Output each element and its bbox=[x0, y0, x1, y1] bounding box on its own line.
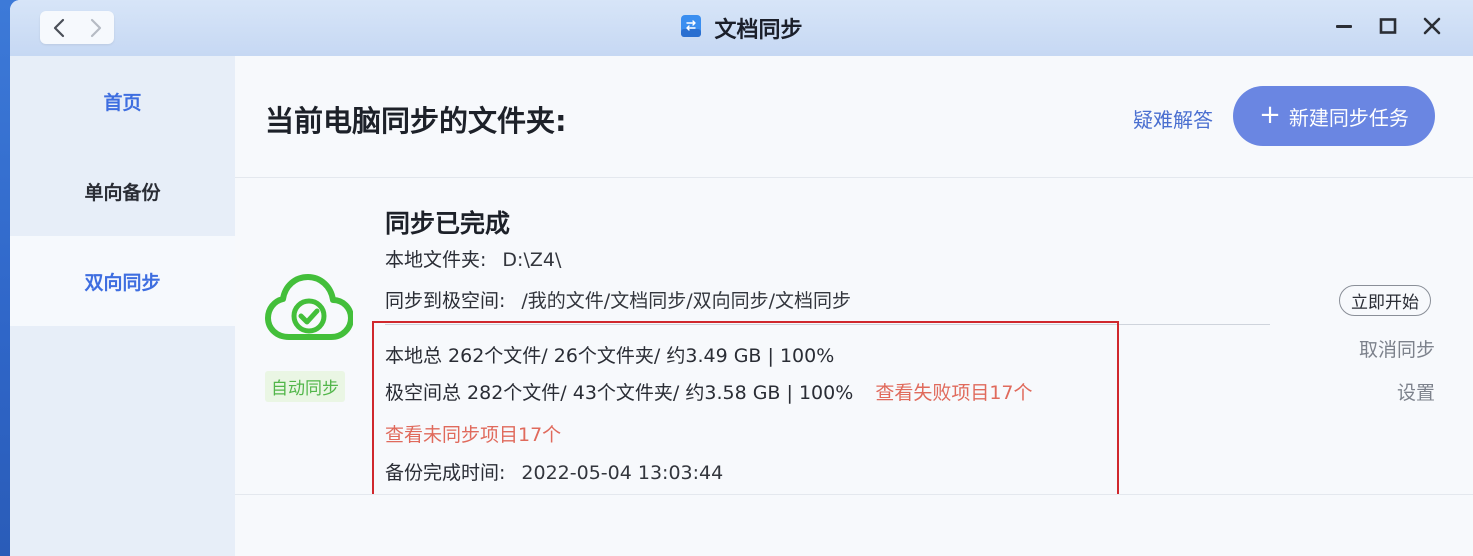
sidebar-item-home[interactable]: 首页 bbox=[10, 56, 235, 146]
back-button[interactable] bbox=[40, 11, 77, 44]
empty-area bbox=[235, 495, 1473, 556]
remote-folder-row: 同步到极空间: /我的文件/文档同步/双向同步/文档同步 bbox=[385, 286, 851, 313]
maximize-icon bbox=[1379, 17, 1397, 39]
minimize-button[interactable] bbox=[1333, 14, 1355, 42]
new-sync-task-label: 新建同步任务 bbox=[1288, 105, 1409, 130]
sidebar-item-label: 双向同步 bbox=[84, 271, 161, 294]
remote-folder-label: 同步到极空间: bbox=[385, 290, 506, 312]
sync-task-card: 自动同步 同步已完成 本地文件夹: D:\Z4\ 同步到极空间: /我的文件/文档同… bbox=[235, 178, 1473, 498]
window-title-group: 文档同步 bbox=[10, 0, 1473, 56]
close-button[interactable] bbox=[1421, 14, 1443, 42]
plus-icon: + bbox=[1259, 100, 1281, 130]
cancel-sync-link[interactable]: 取消同步 bbox=[1359, 335, 1435, 362]
start-now-button[interactable]: 立即开始 bbox=[1339, 285, 1431, 316]
local-folder-path: D:\Z4\ bbox=[502, 249, 562, 271]
document-sync-app-icon bbox=[680, 14, 702, 42]
cloud-check-icon bbox=[265, 273, 354, 347]
app-window: 文档同步 首页 单向备份 双向同步 当前电脑同步的文件夹: 疑难解答 + 新建同… bbox=[10, 0, 1473, 556]
title-bar: 文档同步 bbox=[10, 0, 1473, 56]
sidebar-item-two-way-sync[interactable]: 双向同步 bbox=[10, 236, 235, 326]
close-icon bbox=[1423, 17, 1441, 39]
local-folder-label: 本地文件夹: bbox=[385, 249, 487, 271]
sidebar-item-label: 单向备份 bbox=[84, 181, 161, 204]
page-title: 当前电脑同步的文件夹: bbox=[265, 104, 567, 138]
window-title: 文档同步 bbox=[714, 18, 803, 43]
highlight-box bbox=[372, 321, 1119, 498]
settings-link[interactable]: 设置 bbox=[1397, 378, 1435, 405]
remote-folder-path: /我的文件/文档同步/双向同步/文档同步 bbox=[521, 290, 852, 312]
sidebar-item-one-way-backup[interactable]: 单向备份 bbox=[10, 146, 235, 236]
nav-buttons bbox=[40, 11, 114, 44]
auto-sync-badge: 自动同步 bbox=[265, 371, 345, 402]
main-content: 当前电脑同步的文件夹: 疑难解答 + 新建同步任务 自动同步 同步已完成 本地文… bbox=[235, 56, 1473, 556]
faq-link[interactable]: 疑难解答 bbox=[1133, 104, 1213, 133]
maximize-button[interactable] bbox=[1377, 14, 1399, 42]
chevron-left-icon bbox=[53, 18, 65, 38]
chevron-right-icon bbox=[90, 18, 102, 38]
forward-button[interactable] bbox=[77, 11, 114, 44]
new-sync-task-button[interactable]: + 新建同步任务 bbox=[1233, 86, 1435, 146]
sidebar: 首页 单向备份 双向同步 bbox=[10, 56, 235, 556]
local-folder-row: 本地文件夹: D:\Z4\ bbox=[385, 245, 561, 272]
window-controls bbox=[1333, 14, 1443, 42]
minimize-icon bbox=[1335, 17, 1353, 39]
sidebar-item-label: 首页 bbox=[103, 91, 142, 114]
sync-status-title: 同步已完成 bbox=[385, 209, 511, 238]
